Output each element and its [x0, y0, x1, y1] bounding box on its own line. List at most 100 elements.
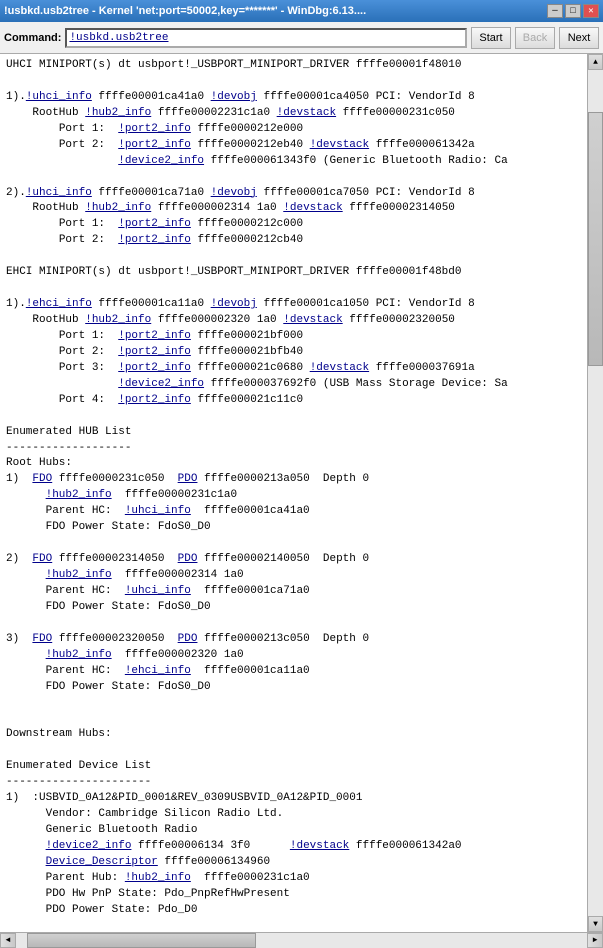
- content-line: Port 1: !port2_info ffffe000021bf000: [6, 330, 303, 342]
- pdo-link-3[interactable]: PDO: [178, 633, 198, 645]
- port2-info-link-7[interactable]: !port2_info: [118, 362, 191, 374]
- content-line: Parent HC: !ehci_info ffffe00001ca11a0: [6, 665, 310, 677]
- devstack-link-2[interactable]: !devstack: [310, 139, 369, 151]
- port2-info-link-8[interactable]: !port2_info: [118, 394, 191, 406]
- hub2-info-link-3[interactable]: !hub2_info: [85, 314, 151, 326]
- content-line: !device2_info ffffe00006134 3f0 !devstac…: [6, 840, 462, 852]
- title-bar: !usbkd.usb2tree - Kernel 'net:port=50002…: [0, 0, 603, 22]
- content-line: FDO Power State: FdoS0_D0: [6, 681, 211, 693]
- port2-info-link-5[interactable]: !port2_info: [118, 330, 191, 342]
- content-line: Port 3: !port2_info ffffe000021c0680 !de…: [6, 362, 475, 374]
- ehci-info-sub-1[interactable]: !ehci_info: [125, 665, 191, 677]
- port2-info-link-4[interactable]: !port2_info: [118, 234, 191, 246]
- content-line: PDO Power State: Pdo_D0: [6, 904, 197, 916]
- content-line: Port 2: !port2_info ffffe000021bfb40: [6, 346, 303, 358]
- content-line: 2) FDO ffffe00002314050 PDO ffffe0000214…: [6, 553, 369, 565]
- devobj-link-1[interactable]: !devobj: [211, 91, 257, 103]
- hub2-info-link-2[interactable]: !hub2_info: [85, 202, 151, 214]
- horizontal-scrollbar[interactable]: ◄ ►: [0, 932, 603, 948]
- uhci-info-link-1[interactable]: !uhci_info: [26, 91, 92, 103]
- port2-info-link-6[interactable]: !port2_info: [118, 346, 191, 358]
- fdo-link-1[interactable]: FDO: [32, 473, 52, 485]
- scroll-track[interactable]: [588, 70, 603, 916]
- toolbar: Command: Start Back Next: [0, 22, 603, 54]
- content-line: !device2_info ffffe000037692f0 (USB Mass…: [6, 378, 508, 390]
- devstack-link-1[interactable]: !devstack: [277, 107, 336, 119]
- content-line: 1) :USBVID_0A12&PID_0001&REV_0309USBVID_…: [6, 792, 362, 804]
- devstack-link-4[interactable]: !devstack: [283, 314, 342, 326]
- content-line: [6, 282, 13, 294]
- scroll-left-button[interactable]: ◄: [0, 933, 16, 948]
- scroll-up-button[interactable]: ▲: [588, 54, 603, 70]
- scroll-right-button[interactable]: ►: [587, 933, 603, 948]
- content-line: !hub2_info ffffe000002314 1a0: [6, 569, 244, 581]
- port2-info-link-3[interactable]: !port2_info: [118, 218, 191, 230]
- port2-info-link-2[interactable]: !port2_info: [118, 139, 191, 151]
- content-line: Root Hubs:: [6, 457, 72, 469]
- content-line: [6, 250, 13, 262]
- devobj-link-3[interactable]: !devobj: [211, 298, 257, 310]
- content-line: Parent HC: !uhci_info ffffe00001ca71a0: [6, 585, 310, 597]
- next-button[interactable]: Next: [559, 27, 599, 49]
- hub2-info-sub-2[interactable]: !hub2_info: [46, 569, 112, 581]
- title-controls: ─ □ ✕: [547, 4, 599, 18]
- scroll-track-h[interactable]: [16, 933, 587, 948]
- content-line: Vendor: Cambridge Silicon Radio Ltd.: [6, 808, 283, 820]
- port2-info-link-1[interactable]: !port2_info: [118, 123, 191, 135]
- scroll-thumb[interactable]: [588, 112, 603, 366]
- devstack-link-3[interactable]: !devstack: [283, 202, 342, 214]
- fdo-link-2[interactable]: FDO: [32, 553, 52, 565]
- content-line: 2).!uhci_info ffffe00001ca71a0 !devobj f…: [6, 187, 475, 199]
- vertical-scrollbar[interactable]: ▲ ▼: [587, 54, 603, 932]
- content-area[interactable]: UHCI MINIPORT(s) dt usbport!_USBPORT_MIN…: [0, 54, 587, 932]
- device2-info-link-1[interactable]: !device2_info: [118, 155, 204, 167]
- command-label: Command:: [4, 32, 61, 44]
- devstack-link-5[interactable]: !devstack: [310, 362, 369, 374]
- device-descriptor-link-1[interactable]: Device_Descriptor: [46, 856, 158, 868]
- content-line: !device2_info ffffe000061343f0 (Generic …: [6, 155, 508, 167]
- content-line: PDO Hw PnP State: Pdo_PnpRefHwPresent: [6, 888, 290, 900]
- content-line: FDO Power State: FdoS0_D0: [6, 601, 211, 613]
- uhci-info-sub-1[interactable]: !uhci_info: [125, 505, 191, 517]
- command-input[interactable]: [65, 28, 467, 48]
- content-line: [6, 75, 13, 87]
- content-line: Port 4: !port2_info ffffe000021c11c0: [6, 394, 303, 406]
- title-text: !usbkd.usb2tree - Kernel 'net:port=50002…: [4, 5, 366, 17]
- hub2-info-sub-1[interactable]: !hub2_info: [46, 489, 112, 501]
- maximize-button[interactable]: □: [565, 4, 581, 18]
- back-button[interactable]: Back: [515, 27, 555, 49]
- content-line: ----------------------: [6, 776, 151, 788]
- uhci-info-link-2[interactable]: !uhci_info: [26, 187, 92, 199]
- content-line: UHCI MINIPORT(s) dt usbport!_USBPORT_MIN…: [6, 59, 461, 71]
- content-line: [6, 712, 13, 724]
- pdo-link-1[interactable]: PDO: [178, 473, 198, 485]
- content-line: FDO Power State: FdoS0_D0: [6, 521, 211, 533]
- pdo-link-2[interactable]: PDO: [178, 553, 198, 565]
- hub2-info-sub-3[interactable]: !hub2_info: [46, 649, 112, 661]
- devstack-link-6[interactable]: !devstack: [290, 840, 349, 852]
- start-button[interactable]: Start: [471, 27, 511, 49]
- device2-info-link-3[interactable]: !device2_info: [46, 840, 132, 852]
- close-button[interactable]: ✕: [583, 4, 599, 18]
- content-line: Port 2: !port2_info ffffe0000212cb40: [6, 234, 303, 246]
- ehci-info-link-1[interactable]: !ehci_info: [26, 298, 92, 310]
- scroll-down-button[interactable]: ▼: [588, 916, 603, 932]
- devobj-link-2[interactable]: !devobj: [211, 187, 257, 199]
- scroll-thumb-h[interactable]: [27, 933, 255, 948]
- content-line: [6, 697, 13, 709]
- content-line: [6, 410, 13, 422]
- content-line: [6, 744, 13, 756]
- content-line: 1).!ehci_info ffffe00001ca11a0 !devobj f…: [6, 298, 475, 310]
- content-line: 3) FDO ffffe00002320050 PDO ffffe0000213…: [6, 633, 369, 645]
- content-line: EHCI MINIPORT(s) dt usbport!_USBPORT_MIN…: [6, 266, 461, 278]
- minimize-button[interactable]: ─: [547, 4, 563, 18]
- content-line: Enumerated HUB List: [6, 426, 131, 438]
- hub2-info-link-1[interactable]: !hub2_info: [85, 107, 151, 119]
- content-line: RootHub !hub2_info ffffe000002320 1a0 !d…: [6, 314, 455, 326]
- content-line: !hub2_info ffffe00000231c1a0: [6, 489, 237, 501]
- device2-info-link-2[interactable]: !device2_info: [118, 378, 204, 390]
- uhci-info-sub-2[interactable]: !uhci_info: [125, 585, 191, 597]
- fdo-link-3[interactable]: FDO: [32, 633, 52, 645]
- hub2-info-parent-1[interactable]: !hub2_info: [125, 872, 191, 884]
- content-line: Enumerated Device List: [6, 760, 151, 772]
